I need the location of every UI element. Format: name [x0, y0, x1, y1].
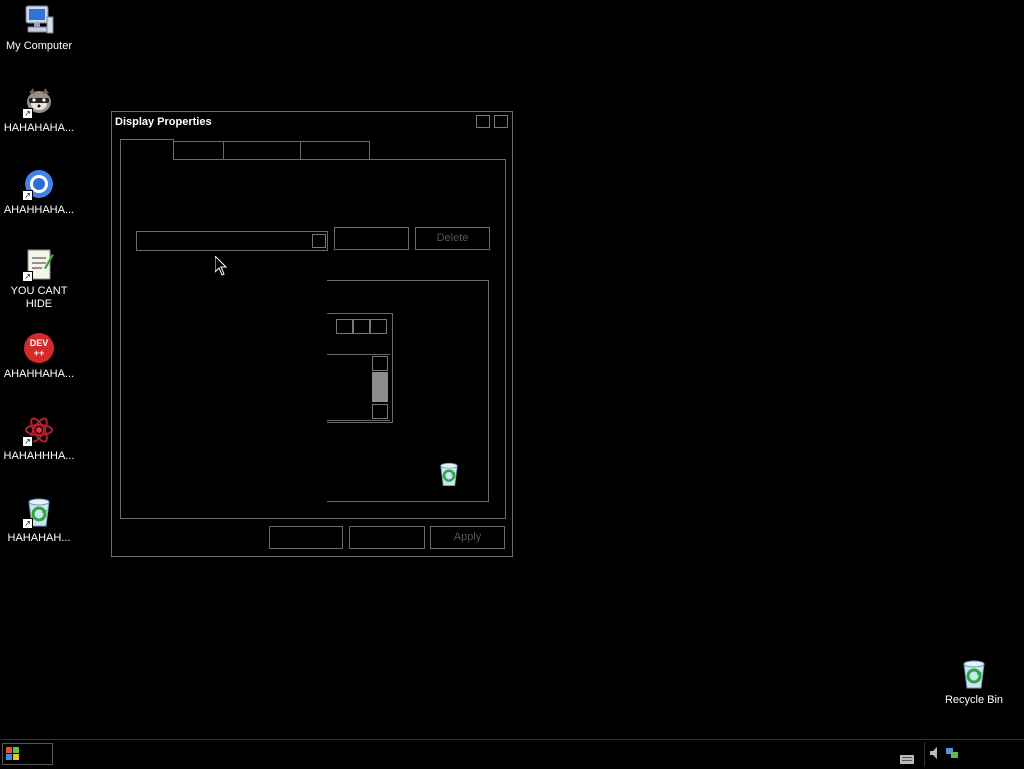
mouse-cursor-icon: [214, 254, 228, 281]
scroll-up-arrow-icon: [372, 356, 388, 371]
svg-text:++: ++: [34, 348, 45, 358]
shortcut-arrow-icon: ↗: [22, 436, 33, 447]
shortcut-arrow-icon: ↗: [22, 108, 33, 119]
maximize-icon: [353, 319, 370, 334]
start-button[interactable]: [2, 743, 53, 765]
display-properties-window: Display Properties Delete Apply: [111, 111, 513, 557]
desktop-icon-label: HAHAHHHA...: [3, 450, 75, 462]
preview-area: [327, 280, 489, 502]
system-tray: [924, 742, 1023, 766]
desktop-icon-my-computer[interactable]: My Computer: [0, 3, 78, 53]
delete-button[interactable]: Delete: [415, 227, 490, 250]
desktop-icon-label: AHAHHAHA...: [3, 368, 75, 380]
apply-button[interactable]: Apply: [430, 526, 505, 549]
recycle-bin-icon: [435, 459, 463, 494]
chrome-icon: ↗: [22, 167, 56, 201]
scroll-thumb: [372, 372, 388, 402]
save-as-button[interactable]: [334, 227, 409, 250]
scheme-dropdown[interactable]: [136, 231, 328, 251]
desktop-icon-label: AHAHHAHA...: [3, 204, 75, 216]
desktop-icon-shortcut-4[interactable]: DEV ++ AHAHHAHA...: [0, 331, 78, 381]
preview-window: [327, 313, 393, 423]
chevron-down-icon[interactable]: [312, 234, 326, 248]
shortcut-arrow-icon: ↗: [22, 271, 33, 282]
red-atom-icon: ↗: [22, 413, 56, 447]
desktop-icon-label: YOU CANT HIDE: [10, 285, 68, 310]
tab-2[interactable]: [173, 141, 224, 159]
tab-1[interactable]: [120, 139, 174, 160]
ok-button[interactable]: [269, 526, 343, 549]
desktop-icon-shortcut-5[interactable]: ↗ HAHAHHHA...: [0, 413, 78, 463]
scroll-down-arrow-icon: [372, 404, 388, 419]
desktop-icon-label: HAHAHAHA...: [3, 122, 75, 134]
desktop-icon-label: HAHAHAH...: [7, 532, 71, 544]
svg-text:DEV: DEV: [30, 338, 49, 348]
dev-cpp-icon: DEV ++: [22, 331, 56, 365]
taskbar: [0, 739, 1024, 768]
windows-logo-icon: [6, 747, 20, 766]
desktop-icon-label: My Computer: [5, 40, 73, 52]
tab-3[interactable]: [223, 141, 301, 159]
notepad-document-icon: ↗: [22, 248, 56, 282]
shortcut-arrow-icon: ↗: [22, 190, 33, 201]
tab-4[interactable]: [300, 141, 370, 159]
close-icon: [370, 319, 387, 334]
minimize-icon: [336, 319, 353, 334]
preview-scrollbar: [372, 356, 388, 419]
close-button[interactable]: [494, 115, 508, 128]
desktop-icon-shortcut-1[interactable]: ↗ HAHAHAHA...: [0, 85, 78, 135]
tab-panel: Delete: [120, 159, 506, 519]
preview-content: [327, 354, 390, 421]
my-computer-icon: [22, 3, 56, 37]
desktop-icon-recycle-bin[interactable]: Recycle Bin: [935, 657, 1013, 707]
desktop-icon-shortcut-6[interactable]: ↗ HAHAHAH...: [0, 495, 78, 545]
help-button[interactable]: [476, 115, 490, 128]
volume-icon[interactable]: [929, 746, 943, 765]
desktop-icon-shortcut-3[interactable]: ↗ YOU CANT HIDE: [0, 248, 78, 311]
recycle-bin-icon: [957, 657, 991, 691]
raccoon-icon: ↗: [22, 85, 56, 119]
network-icon[interactable]: [945, 746, 959, 765]
desktop-icon-shortcut-2[interactable]: ↗ AHAHHAHA...: [0, 167, 78, 217]
shortcut-arrow-icon: ↗: [22, 518, 33, 529]
desktop-icon-label: Recycle Bin: [944, 694, 1004, 706]
window-title: Display Properties: [115, 116, 212, 128]
cancel-button[interactable]: [349, 526, 425, 549]
keyboard-icon[interactable]: [900, 751, 914, 769]
recycle-bin-icon: ↗: [22, 495, 56, 529]
